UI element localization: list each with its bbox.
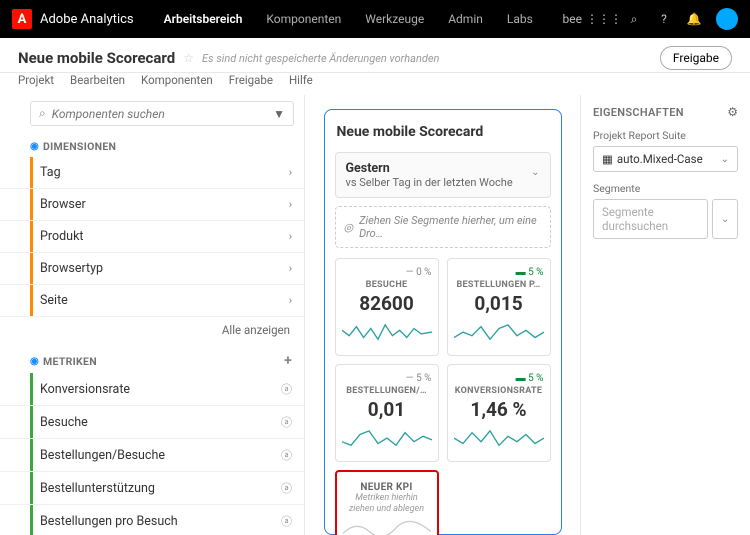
gear-icon[interactable]: ⚙ [727, 105, 738, 119]
menu-project[interactable]: Projekt [18, 73, 54, 87]
menu-components[interactable]: Komponenten [141, 73, 213, 87]
metric-item[interactable]: Konversionsrateⓐ [0, 373, 304, 406]
chevron-right-icon: › [289, 198, 292, 211]
calc-icon: ⓐ [281, 513, 292, 529]
search-icon: ⌕ [39, 106, 46, 121]
search-icon[interactable]: ⌕ [626, 11, 642, 27]
collapse-icon: ◉ [30, 141, 39, 152]
calc-icon: ⓐ [281, 381, 292, 397]
scorecard-preview: Neue mobile Scorecard Gestern vs Selber … [324, 109, 562, 535]
kpi-card[interactable]: — 0 % BESUCHE 82600 [335, 258, 439, 356]
scorecard-title[interactable]: Neue mobile Scorecard [335, 122, 551, 142]
report-suite-label: Projekt Report Suite [593, 129, 738, 142]
chevron-right-icon: › [289, 262, 292, 275]
notifications-icon[interactable]: 🔔 [686, 11, 702, 27]
dimension-item[interactable]: Browsertyp› [0, 253, 304, 285]
component-search[interactable]: ⌕ ▼ [30, 101, 294, 126]
favorite-icon[interactable]: ☆ [183, 51, 194, 65]
filter-icon[interactable]: ▼ [273, 107, 285, 121]
menu-help[interactable]: Hilfe [289, 73, 313, 87]
avatar[interactable] [716, 8, 738, 30]
kpi-card[interactable]: ▬ 5 % KONVERSIONSRATE 1,46 % [447, 364, 551, 462]
kpi-card[interactable]: — 5 % BESTELLUNGEN/… 0,01 [335, 364, 439, 462]
help-icon[interactable]: ? [656, 11, 672, 27]
suite-icon: ▦ [602, 152, 613, 166]
brand-name: Adobe Analytics [40, 12, 134, 27]
page-title: Neue mobile Scorecard [18, 49, 175, 67]
share-button[interactable]: Freigabe [660, 46, 732, 70]
add-metric-icon[interactable]: + [284, 353, 292, 369]
metric-item[interactable]: Bestellungen/Besucheⓐ [0, 439, 304, 472]
chevron-down-icon: ⌄ [721, 214, 729, 225]
segment-drop-zone[interactable]: ◎ Ziehen Sie Segmente hierher, um eine D… [335, 206, 551, 248]
unsaved-status: Es sind nicht gespeicherte Änderungen vo… [202, 52, 439, 65]
search-input[interactable] [52, 107, 273, 121]
nav-admin[interactable]: Admin [438, 6, 493, 32]
segment-dropdown[interactable]: ⌄ [712, 199, 738, 239]
metric-item[interactable]: Bestellungen pro Besuchⓐ [0, 505, 304, 535]
collapse-icon: ◉ [30, 356, 39, 367]
adobe-logo: A [12, 9, 32, 29]
nav-labs[interactable]: Labs [497, 6, 543, 32]
calc-icon: ⓐ [281, 447, 292, 463]
chevron-right-icon: › [289, 294, 292, 307]
chevron-down-icon: ⌄ [721, 154, 729, 165]
apps-icon[interactable]: ⋮⋮⋮ [596, 11, 612, 27]
chevron-down-icon: ⌄ [531, 167, 539, 178]
dimension-item[interactable]: Tag› [0, 157, 304, 189]
metric-item[interactable]: Besucheⓐ [0, 406, 304, 439]
kpi-card[interactable]: ▬ 5 % BESTELLUNGEN P… 0,015 [447, 258, 551, 356]
metric-item[interactable]: Bestellunterstützungⓐ [0, 472, 304, 505]
dimension-item[interactable]: Browser› [0, 189, 304, 221]
section-metrics[interactable]: ◉ METRIKEN + [0, 347, 304, 373]
target-icon: ◎ [344, 221, 354, 234]
nav-components[interactable]: Komponenten [256, 6, 351, 32]
show-all-dimensions[interactable]: Alle anzeigen [0, 317, 304, 347]
user-name: bee [563, 12, 582, 26]
chevron-right-icon: › [289, 166, 292, 179]
menu-edit[interactable]: Bearbeiten [70, 73, 125, 87]
report-suite-selector[interactable]: ▦ auto.Mixed-Case ⌄ [593, 146, 738, 172]
nav-tools[interactable]: Werkzeuge [355, 6, 434, 32]
segment-search[interactable]: Segmente durchsuchen [593, 199, 708, 239]
chevron-right-icon: › [289, 230, 292, 243]
calc-icon: ⓐ [281, 414, 292, 430]
nav-workspace[interactable]: Arbeitsbereich [154, 6, 253, 32]
date-range-selector[interactable]: Gestern vs Selber Tag in der letzten Woc… [335, 152, 551, 198]
dimension-item[interactable]: Seite› [0, 285, 304, 317]
menu-share[interactable]: Freigabe [229, 73, 273, 87]
calc-icon: ⓐ [281, 480, 292, 496]
section-dimensions[interactable]: ◉ DIMENSIONEN [0, 134, 304, 157]
segments-label: Segmente [593, 182, 738, 195]
dimension-item[interactable]: Produkt› [0, 221, 304, 253]
new-kpi-drop-zone[interactable]: NEUER KPI Metriken hierhin ziehen und ab… [335, 470, 439, 535]
properties-title: EIGENSCHAFTEN [593, 106, 684, 119]
